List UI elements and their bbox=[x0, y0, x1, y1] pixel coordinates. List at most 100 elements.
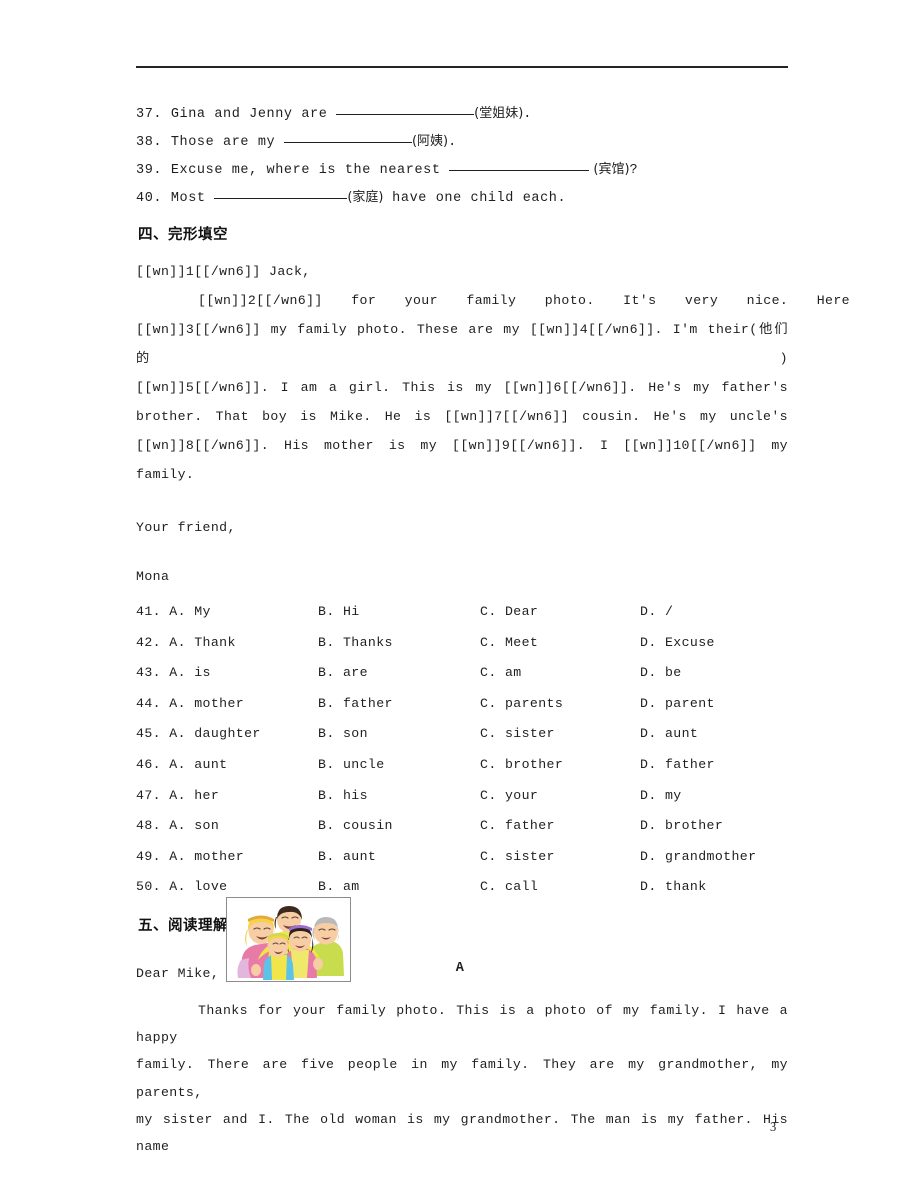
cloze-line: [[wn]]5[[/wn6]]. I am a girl. This is my… bbox=[136, 380, 788, 395]
option-label: A. love bbox=[169, 879, 228, 895]
item-number: 48. bbox=[136, 818, 161, 834]
reading-salutation: Dear Mike, bbox=[136, 966, 220, 981]
choice-option-a[interactable]: 42. A. Thank bbox=[136, 628, 236, 659]
header-rule bbox=[136, 66, 788, 68]
item-number: 42. bbox=[136, 634, 161, 650]
item-number: 43. bbox=[136, 665, 161, 681]
choice-option-c[interactable]: C. father bbox=[480, 811, 555, 842]
choice-option-d[interactable]: D. thank bbox=[640, 872, 707, 903]
choice-option-a[interactable]: 45. A. daughter bbox=[136, 719, 261, 750]
choice-option-d[interactable]: D. parent bbox=[640, 689, 715, 720]
choice-option-a[interactable]: 50. A. love bbox=[136, 872, 227, 903]
section-heading-cloze: 四、完形填空 bbox=[138, 227, 228, 243]
answer-blank[interactable] bbox=[214, 198, 348, 199]
option-label: A. mother bbox=[169, 848, 245, 864]
item-number: 37. bbox=[136, 107, 163, 122]
item-text-after: . bbox=[523, 107, 532, 122]
choice-option-b[interactable]: B. are bbox=[318, 658, 368, 689]
item-hint: (家庭) bbox=[347, 190, 384, 205]
page-number: 3 bbox=[770, 1120, 777, 1134]
choice-option-b[interactable]: B. cousin bbox=[318, 811, 393, 842]
choice-option-c[interactable]: C. sister bbox=[480, 842, 555, 873]
choice-option-d[interactable]: D. brother bbox=[640, 811, 723, 842]
choice-row: 45. A. daughter B. son C. sister D. aunt bbox=[136, 719, 788, 750]
choice-option-c[interactable]: C. call bbox=[480, 872, 538, 903]
fill-in-blank-item: 40. Most (家庭) have one child each. bbox=[136, 184, 788, 212]
choice-option-c[interactable]: C. am bbox=[480, 658, 522, 689]
choice-option-a[interactable]: 47. A. her bbox=[136, 781, 219, 812]
cloze-line: brother. That boy is Mike. He is [[wn]]7… bbox=[136, 409, 788, 424]
item-text-after: ? bbox=[629, 163, 639, 178]
choice-row: 41. A. My B. Hi C. Dear D. / bbox=[136, 597, 788, 628]
answer-blank[interactable] bbox=[336, 114, 475, 115]
document-page: 37. Gina and Jenny are (堂姐妹). 38. Those … bbox=[0, 0, 920, 1191]
choice-row: 42. A. Thank B. Thanks C. Meet D. Excuse bbox=[136, 628, 788, 659]
item-text-before: Gina and Jenny are bbox=[170, 107, 328, 122]
choice-option-c[interactable]: C. Dear bbox=[480, 597, 538, 628]
choice-option-a[interactable]: 41. A. My bbox=[136, 597, 211, 628]
family-photo-image bbox=[226, 897, 351, 982]
choice-option-d[interactable]: D. my bbox=[640, 781, 682, 812]
choice-option-a[interactable]: 43. A. is bbox=[136, 658, 211, 689]
choice-option-b[interactable]: B. Thanks bbox=[318, 628, 393, 659]
choice-row: 44. A. mother B. father C. parents D. pa… bbox=[136, 689, 788, 720]
answer-blank[interactable] bbox=[283, 142, 412, 143]
fill-in-blank-item: 38. Those are my (阿姨). bbox=[136, 128, 788, 156]
option-label: A. My bbox=[169, 604, 211, 619]
item-text-before: Excuse me, where is the nearest bbox=[170, 163, 441, 178]
choice-row: 43. A. is B. are C. am D. be bbox=[136, 658, 788, 689]
choice-row: 47. A. her B. his C. your D. my bbox=[136, 781, 788, 812]
choice-option-d[interactable]: D. aunt bbox=[640, 719, 698, 750]
cloze-line: [[wn]]1[[/wn6]] Jack, bbox=[136, 264, 311, 279]
closing-line: Your friend, bbox=[136, 520, 236, 535]
reading-line: my sister and I. The old woman is my gra… bbox=[136, 1111, 788, 1155]
item-number: 49. bbox=[136, 848, 161, 864]
choice-row: 46. A. aunt B. uncle C. brother D. fathe… bbox=[136, 750, 788, 781]
item-text-before: Most bbox=[170, 191, 206, 206]
choice-option-c[interactable]: C. sister bbox=[480, 719, 555, 750]
option-label: A. Thank bbox=[169, 634, 236, 650]
item-number: 47. bbox=[136, 787, 161, 803]
option-label: A. aunt bbox=[169, 756, 228, 772]
choice-option-d[interactable]: D. / bbox=[640, 597, 673, 628]
item-number: 50. bbox=[136, 879, 161, 895]
item-hint: (阿姨) bbox=[411, 134, 449, 149]
choice-option-b[interactable]: B. son bbox=[318, 719, 368, 750]
choice-option-d[interactable]: D. father bbox=[640, 750, 715, 781]
option-label: A. her bbox=[169, 787, 220, 803]
cloze-passage: [[wn]]1[[/wn6]] Jack, [[wn]]2[[/wn6]] fo… bbox=[136, 257, 850, 591]
choice-option-b[interactable]: B. aunt bbox=[318, 842, 376, 873]
choice-option-d[interactable]: D. be bbox=[640, 658, 682, 689]
fill-in-blank-item: 37. Gina and Jenny are (堂姐妹). bbox=[136, 100, 788, 128]
choice-option-b[interactable]: B. father bbox=[318, 689, 393, 720]
choice-option-c[interactable]: C. brother bbox=[480, 750, 563, 781]
choice-option-d[interactable]: D. grandmother bbox=[640, 842, 756, 873]
fill-in-blank-item: 39. Excuse me, where is the nearest (宾馆)… bbox=[136, 156, 788, 184]
choice-option-c[interactable]: C. parents bbox=[480, 689, 563, 720]
choice-option-b[interactable]: B. his bbox=[318, 781, 368, 812]
choice-option-a[interactable]: 44. A. mother bbox=[136, 689, 244, 720]
answer-blank[interactable] bbox=[449, 170, 590, 171]
cloze-line: [[wn]]2[[/wn6]] for your family photo. I… bbox=[198, 293, 850, 308]
page-content: 37. Gina and Jenny are (堂姐妹). 38. Those … bbox=[136, 100, 850, 976]
choice-option-b[interactable]: B. uncle bbox=[318, 750, 385, 781]
reading-passage: Thanks for your family photo. This is a … bbox=[136, 997, 788, 1160]
item-hint: (宾馆) bbox=[589, 162, 630, 177]
item-number: 45. bbox=[136, 726, 161, 742]
choice-option-a[interactable]: 49. A. mother bbox=[136, 842, 244, 873]
choice-option-a[interactable]: 46. A. aunt bbox=[136, 750, 227, 781]
choice-option-c[interactable]: C. your bbox=[480, 781, 538, 812]
reading-line: family. There are five people in my fami… bbox=[136, 1057, 788, 1100]
choice-option-d[interactable]: D. Excuse bbox=[640, 628, 715, 659]
choice-option-b[interactable]: B. Hi bbox=[318, 597, 360, 628]
item-number: 41. bbox=[136, 604, 161, 619]
item-number: 46. bbox=[136, 756, 161, 772]
choice-row: 49. A. mother B. aunt C. sister D. grand… bbox=[136, 842, 788, 873]
choice-option-a[interactable]: 48. A. son bbox=[136, 811, 219, 842]
item-hint: (堂姐妹) bbox=[474, 106, 524, 121]
item-number: 39. bbox=[136, 163, 163, 178]
choice-option-c[interactable]: C. Meet bbox=[480, 628, 538, 659]
reading-line: Thanks for your family photo. This is a … bbox=[136, 1003, 788, 1046]
